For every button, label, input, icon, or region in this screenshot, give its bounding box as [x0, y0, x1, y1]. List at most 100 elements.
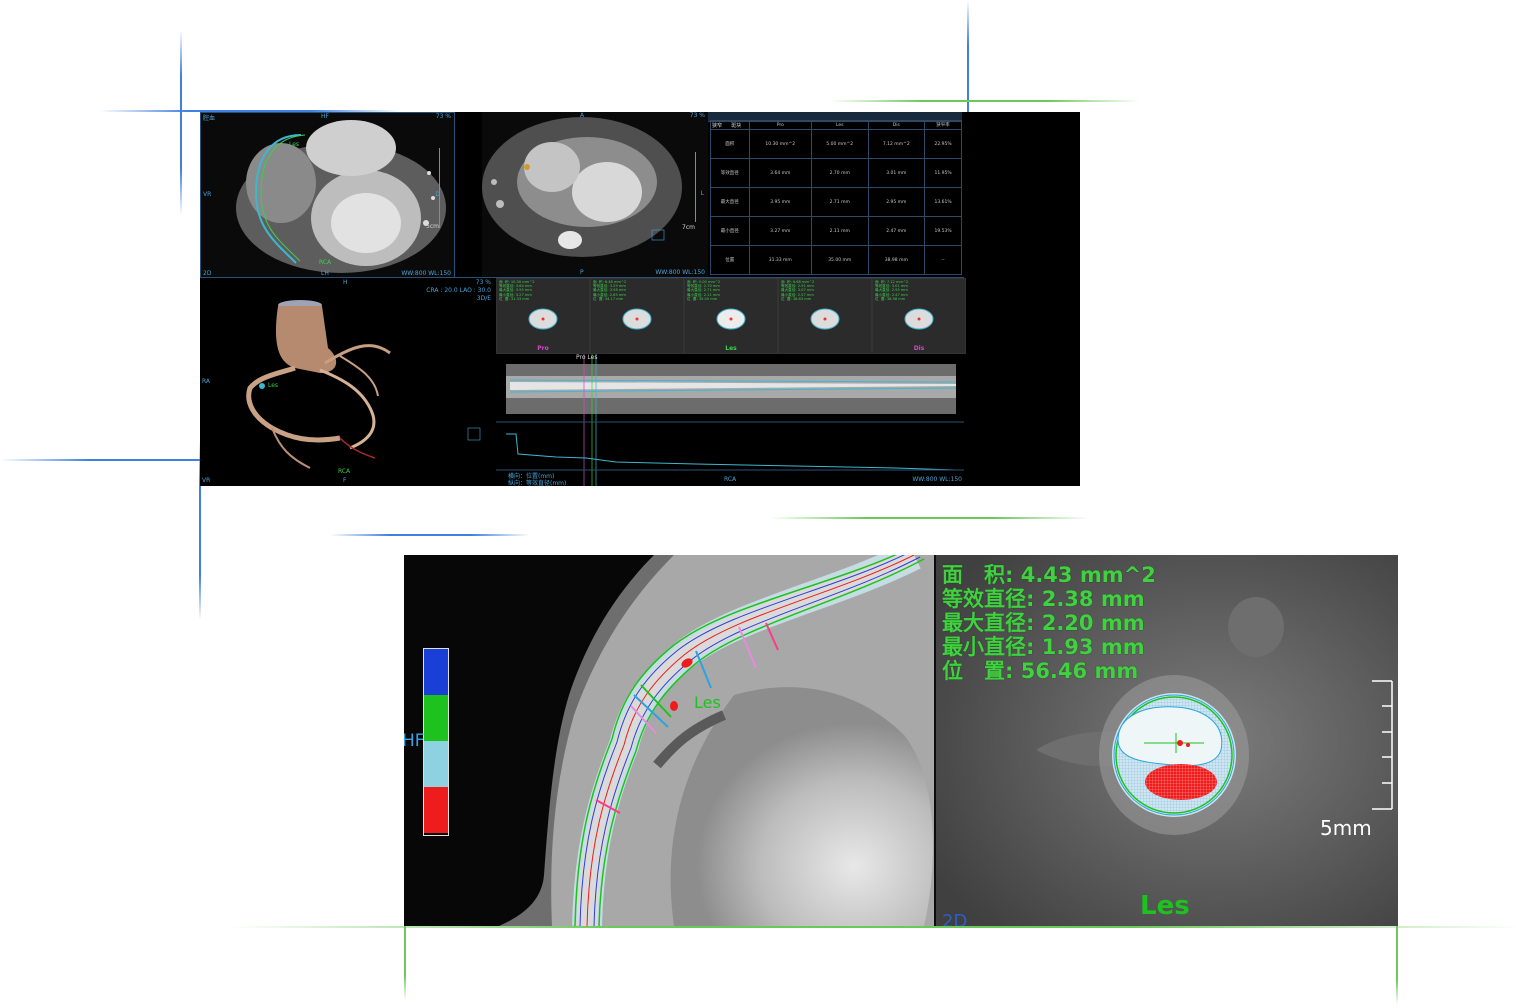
axial-viewport[interactable]: A 73 % L 7cm P WW:800 WL:150: [482, 112, 708, 277]
axial-window-level: WW:800 WL:150: [655, 269, 705, 276]
table-cell: 位置: [710, 245, 750, 275]
colorbar-segment-blue: [424, 649, 448, 695]
cross-section-thumb-les[interactable]: 面 积: 5.00 mm^2 等效直径: 2.70 mm 最大直径: 2.71 …: [684, 278, 778, 354]
thumb-label: Dis: [913, 345, 925, 352]
table-cell: 35.00 mm: [810, 245, 869, 275]
bottom-zoomed-screenshot: HF Les 面 积: 4.43 mm^2 等效直径: 2.38 mm 最大直径…: [404, 555, 1398, 926]
table-row: 最小直径 3.27 mm 2.11 mm 2.47 mm 19.53%: [710, 216, 962, 246]
table-cell: 面积: [710, 129, 750, 159]
axial-top-orientation: A: [580, 112, 585, 119]
axial-image: [482, 112, 708, 277]
table-header: Pro: [748, 120, 812, 130]
scale-label: 5mm: [1320, 816, 1372, 840]
cpr-vessel-label: RCA: [319, 259, 332, 266]
table-cell: 最大直径: [710, 187, 750, 217]
cross-section-thumb-4[interactable]: 面 积: 6.68 mm^2 等效直径: 2.91 mm 最大直径: 3.07 …: [778, 278, 872, 354]
vr-top-orientation: H: [343, 279, 348, 286]
table-row: 等效直径 3.64 mm 2.70 mm 3.01 mm 11.95%: [710, 158, 962, 188]
cpr-window-level: WW:800 WL:150: [401, 270, 451, 277]
decor-line-green-h2: [770, 517, 1090, 519]
table-header-row: Pro Les Dis 狭窄率: [710, 120, 962, 130]
table-cell: 10.30 mm^2: [748, 129, 812, 159]
colorbar-orientation-label: HF: [404, 731, 425, 751]
cpr-left-orientation: VR: [203, 191, 212, 198]
vr-heart-image: [200, 278, 494, 486]
thumb-measurements: 面 积: 6.68 mm^2 等效直径: 2.91 mm 最大直径: 3.07 …: [781, 280, 815, 301]
vr-les-marker: Les: [268, 382, 279, 389]
decor-line-green-h1: [830, 100, 1140, 102]
table-cell: 2.95 mm: [867, 187, 926, 217]
table-row: 位置 31.33 mm 35.00 mm 38.98 mm --: [710, 245, 962, 275]
cross-section-thumb-dis[interactable]: 面 积: 7.12 mm^2 等效直径: 3.01 mm 最大直径: 2.95 …: [872, 278, 966, 354]
cpr-bottom-left-label: 2D: [203, 270, 212, 277]
cpr-corner-label: 腔血: [203, 115, 216, 122]
cpr-bottom-orientation: LH: [321, 270, 329, 277]
table-header: [710, 120, 750, 130]
cross-section-zoom-view[interactable]: 面 积: 4.43 mm^2 等效直径: 2.38 mm 最大直径: 2.20 …: [936, 555, 1398, 926]
cpr-viewport[interactable]: 腔血 HF 73 % VR D Les 5cm RCA 2D LH WW:800…: [200, 112, 455, 279]
thumb-measurements: 面 积: 5.00 mm^2 等效直径: 2.70 mm 最大直径: 2.71 …: [687, 280, 721, 301]
colorbar-segment-green: [424, 695, 448, 741]
top-workstation-screenshot: 腔血 HF 73 % VR D Les 5cm RCA 2D LH WW:800…: [200, 112, 1080, 486]
measurement-table: Pro Les Dis 狭窄率 面积 10.30 mm^2 5.00 mm^2 …: [710, 120, 962, 275]
cross-section-thumbnails: 面 积: 10.30 mm^2 等效直径: 3.64 mm 最大直径: 3.95…: [496, 278, 966, 354]
table-cell: 11.95%: [924, 158, 962, 188]
vr-vessel-label: RCA: [338, 468, 351, 475]
cpr-right-orientation: D: [435, 191, 440, 198]
plaque-colorbar: [423, 648, 449, 836]
table-cell: 3.01 mm: [867, 158, 926, 188]
cross-section-measurements: 面 积: 4.43 mm^2 等效直径: 2.38 mm 最大直径: 2.20 …: [942, 563, 1156, 683]
table-row: 最大直径 3.95 mm 2.71 mm 2.95 mm 13.61%: [710, 187, 962, 217]
equivalent-diameter-readout: 等效直径: 2.38 mm: [942, 587, 1145, 611]
table-cell: 2.71 mm: [810, 187, 869, 217]
straightened-vessel-viewport[interactable]: Pro Les LP 7cm 横向：位置(mm) 纵向：等效直径(mm) RCA…: [496, 354, 964, 486]
table-cell: 13.61%: [924, 187, 962, 217]
volume-render-viewport[interactable]: H 73 % CRA : 20.0 LAO : 30.0 3D/E Les RA…: [200, 278, 494, 486]
axial-right-orientation: L: [700, 190, 704, 197]
cpr-image: [201, 113, 454, 278]
table-row: 面积 10.30 mm^2 5.00 mm^2 7.12 mm^2 22.95%: [710, 129, 962, 159]
decor-line-blue-h3: [330, 534, 530, 536]
cpr-scale: 5cm: [426, 223, 439, 230]
table-cell: 5.00 mm^2: [810, 129, 869, 159]
les-marker-label: Les: [694, 693, 721, 712]
vr-angles: CRA : 20.0 LAO : 30.0: [426, 287, 491, 294]
cpr-les-marker: Les: [289, 141, 300, 148]
table-cell: 19.53%: [924, 216, 962, 246]
thumb-measurements: 面 积: 10.30 mm^2 等效直径: 3.64 mm 最大直径: 3.95…: [499, 280, 535, 301]
table-cell: 22.95%: [924, 129, 962, 159]
measurement-panel: 狭窄 斑块 Pro Les Dis 狭窄率 面积 10.30 mm^2 5.00…: [708, 112, 964, 277]
table-cell: --: [924, 245, 962, 275]
cross-section-thumb-2[interactable]: 面 积: 8.48 mm^2 等效直径: 3.29 mm 最大直径: 3.58 …: [590, 278, 684, 354]
table-header: Les: [810, 120, 869, 130]
corner-2d-label: 2D: [942, 911, 968, 926]
cpr-top-orientation: HF: [321, 113, 329, 120]
vr-bottom-left: VR: [202, 477, 211, 484]
vr-side-label: 3D/E: [476, 295, 491, 302]
cross-section-thumb-pro[interactable]: 面 积: 10.30 mm^2 等效直径: 3.64 mm 最大直径: 3.95…: [496, 278, 590, 354]
colorbar-segment-red: [424, 787, 448, 833]
vessel-cpr-zoom-view[interactable]: HF Les: [404, 555, 934, 926]
straightened-window-level: WW:800 WL:150: [912, 476, 962, 483]
vr-zoom: 73 %: [475, 279, 491, 286]
table-cell: 等效直径: [710, 158, 750, 188]
straightened-image: [496, 354, 964, 486]
decor-line-green-h3: [230, 926, 1516, 928]
cpr-zoom: 73 %: [435, 113, 451, 120]
max-diameter-readout: 最大直径: 2.20 mm: [942, 611, 1145, 635]
plot-legend-y: 纵向：等效直径(mm): [508, 480, 567, 486]
table-cell: 最小直径: [710, 216, 750, 246]
table-cell: 3.27 mm: [748, 216, 812, 246]
table-cell: 2.11 mm: [810, 216, 869, 246]
section-label: Les: [1140, 891, 1190, 921]
table-cell: 3.95 mm: [748, 187, 812, 217]
table-cell: 38.98 mm: [867, 245, 926, 275]
table-header: 狭窄率: [924, 120, 962, 130]
table-cell: 3.64 mm: [748, 158, 812, 188]
area-readout: 面 积: 4.43 mm^2: [942, 563, 1156, 587]
axial-scale: 7cm: [682, 224, 695, 231]
min-diameter-readout: 最小直径: 1.93 mm: [942, 635, 1145, 659]
table-header: Dis: [867, 120, 926, 130]
table-cell: 7.12 mm^2: [867, 129, 926, 159]
table-cell: 31.33 mm: [748, 245, 812, 275]
